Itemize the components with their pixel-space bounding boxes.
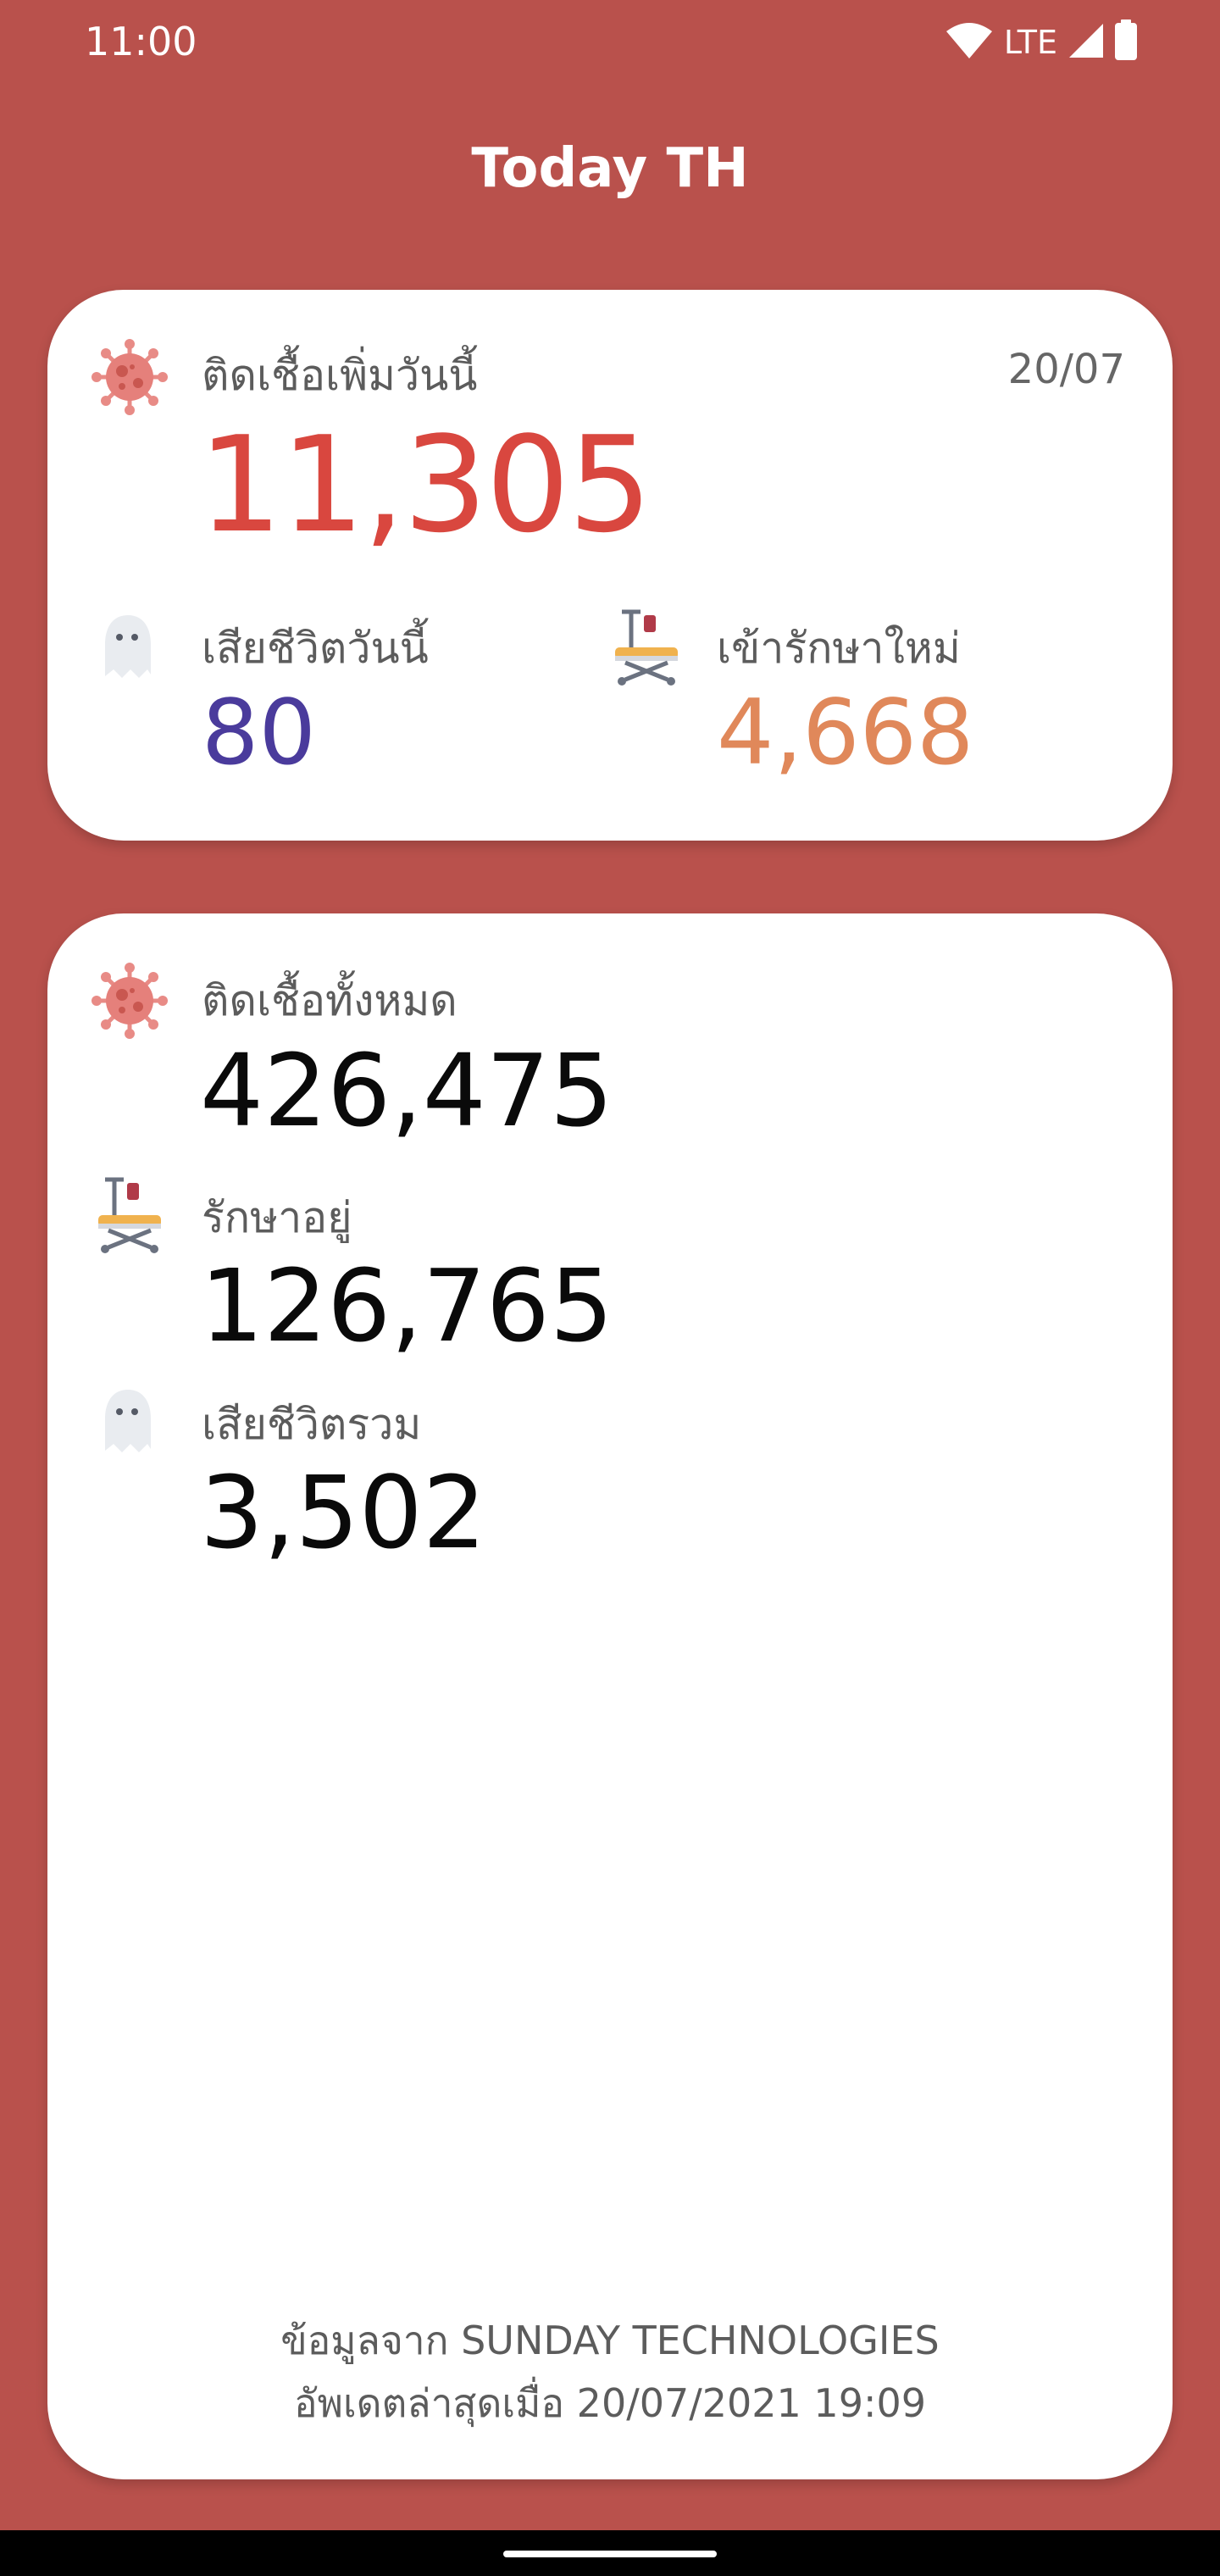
total-deaths-value: 3,502	[200, 1454, 486, 1571]
virus-icon	[92, 339, 168, 419]
data-source-text: ข้อมูลจาก SUNDAY TECHNOLOGIES	[280, 2318, 940, 2363]
hospital-bed-icon	[608, 608, 685, 690]
new-cases-label: ติดเชื้อเพิ่มวันนี้	[202, 351, 478, 400]
treating-value: 126,765	[200, 1247, 613, 1364]
status-icons: LTE	[945, 17, 1139, 68]
battery-icon	[1113, 19, 1139, 65]
report-date: 20/07	[1007, 346, 1125, 393]
total-cases-value: 426,475	[200, 1032, 613, 1149]
wifi-icon	[945, 21, 994, 64]
total-cases-label: ติดเชื้อทั้งหมด	[202, 976, 458, 1025]
treating-label: รักษาอยู่	[202, 1193, 352, 1242]
ghost-icon	[100, 1388, 156, 1459]
virus-icon	[92, 963, 168, 1042]
navigation-bar	[0, 2530, 1220, 2576]
status-bar: 11:00 LTE	[0, 0, 1220, 85]
status-time: 11:00	[85, 19, 197, 64]
cell-signal-icon	[1068, 22, 1105, 63]
home-gesture-handle[interactable]	[503, 2551, 717, 2557]
deaths-today-value: 80	[202, 680, 316, 785]
hospital-bed-icon	[92, 1176, 168, 1257]
today-summary-card: ติดเชื้อเพิ่มวันนี้ 20/07 11,305 เสียชีว…	[47, 290, 1173, 841]
deaths-today-label: เสียชีวิตวันนี้	[202, 624, 429, 673]
network-type: LTE	[1003, 24, 1057, 61]
page-title: Today TH	[471, 137, 749, 200]
total-deaths-label: เสียชีวิตรวม	[202, 1400, 422, 1449]
last-updated-text: อัพเดตล่าสุดเมื่อ 20/07/2021 19:09	[294, 2380, 926, 2426]
new-cases-value: 11,305	[198, 408, 652, 562]
ghost-icon	[100, 613, 156, 685]
new-hospitalized-label: เข้ารักษาใหม่	[717, 624, 961, 673]
cumulative-summary-card: ติดเชื้อทั้งหมด 426,475 รักษาอยู่ 126,76…	[47, 913, 1173, 2479]
new-hospitalized-value: 4,668	[717, 680, 974, 785]
